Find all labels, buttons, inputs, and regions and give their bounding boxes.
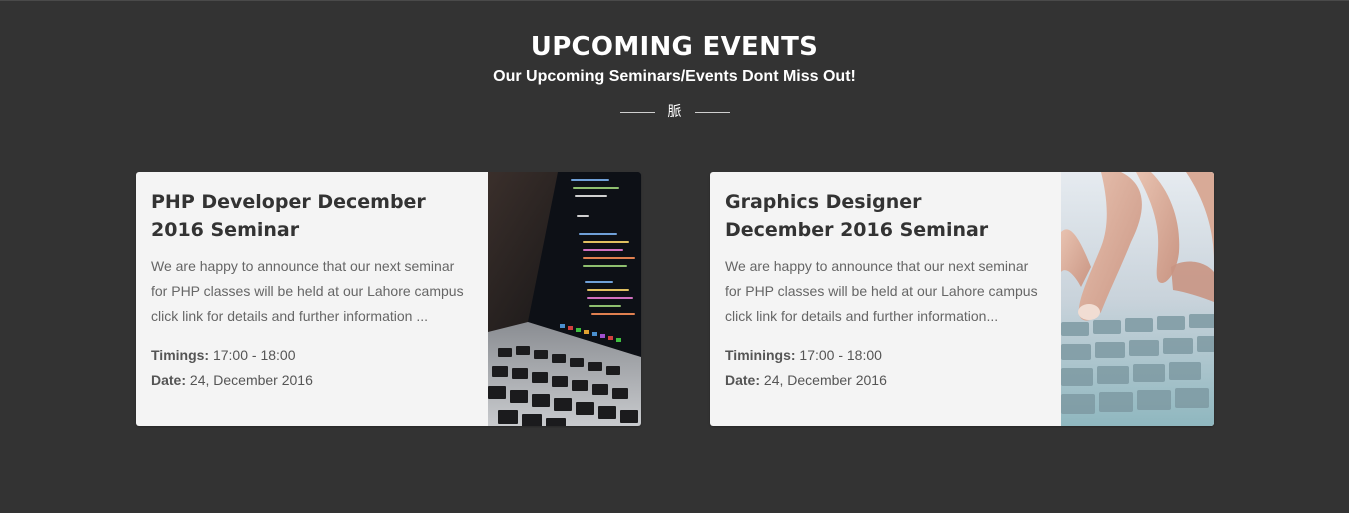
event-meta: Timinings: 17:00 - 18:00 Date: 24, Decem… [725, 343, 1062, 393]
date-value: 24, December 2016 [763, 372, 887, 388]
event-title[interactable]: PHP Developer December 2016 Seminar [151, 188, 451, 244]
timings-label: Timinings: [725, 347, 796, 363]
event-title[interactable]: Graphics Designer December 2016 Seminar [725, 188, 1025, 244]
event-timings: Timings: 17:00 - 18:00 [151, 343, 488, 368]
section-title: UPCOMING EVENTS [530, 32, 819, 62]
divider-line-left [619, 111, 655, 113]
event-card-php-developer[interactable]: PHP Developer December 2016 Seminar We a… [136, 172, 641, 426]
event-card-content: PHP Developer December 2016 Seminar We a… [136, 172, 488, 426]
laptop-code-photo[interactable] [488, 172, 641, 426]
event-description: We are happy to announce that our next s… [725, 258, 1038, 324]
date-label: Date: [725, 372, 761, 388]
title-divider: 脈 [0, 102, 1349, 122]
keyboard-finger-photo[interactable] [1061, 172, 1214, 426]
divider-line-right [694, 111, 730, 113]
section-subtitle: Our Upcoming Seminars/Events Dont Miss O… [493, 68, 856, 85]
decorative-glyph-icon: 脈 [667, 104, 682, 120]
date-value: 24, December 2016 [189, 372, 313, 388]
event-card-graphics-designer[interactable]: Graphics Designer December 2016 Seminar … [710, 172, 1214, 426]
timings-value: 17:00 - 18:00 [799, 347, 882, 363]
event-meta: Timings: 17:00 - 18:00 Date: 24, Decembe… [151, 343, 488, 393]
event-description: We are happy to announce that our next s… [151, 258, 464, 324]
event-date: Date: 24, December 2016 [151, 368, 488, 393]
event-timings: Timinings: 17:00 - 18:00 [725, 343, 1062, 368]
date-label: Date: [151, 372, 187, 388]
timings-label: Timings: [151, 347, 210, 363]
event-date: Date: 24, December 2016 [725, 368, 1062, 393]
timings-value: 17:00 - 18:00 [212, 347, 296, 363]
event-card-content: Graphics Designer December 2016 Seminar … [710, 172, 1062, 426]
section-header: UPCOMING EVENTS Our Upcoming Seminars/Ev… [0, 31, 1349, 87]
